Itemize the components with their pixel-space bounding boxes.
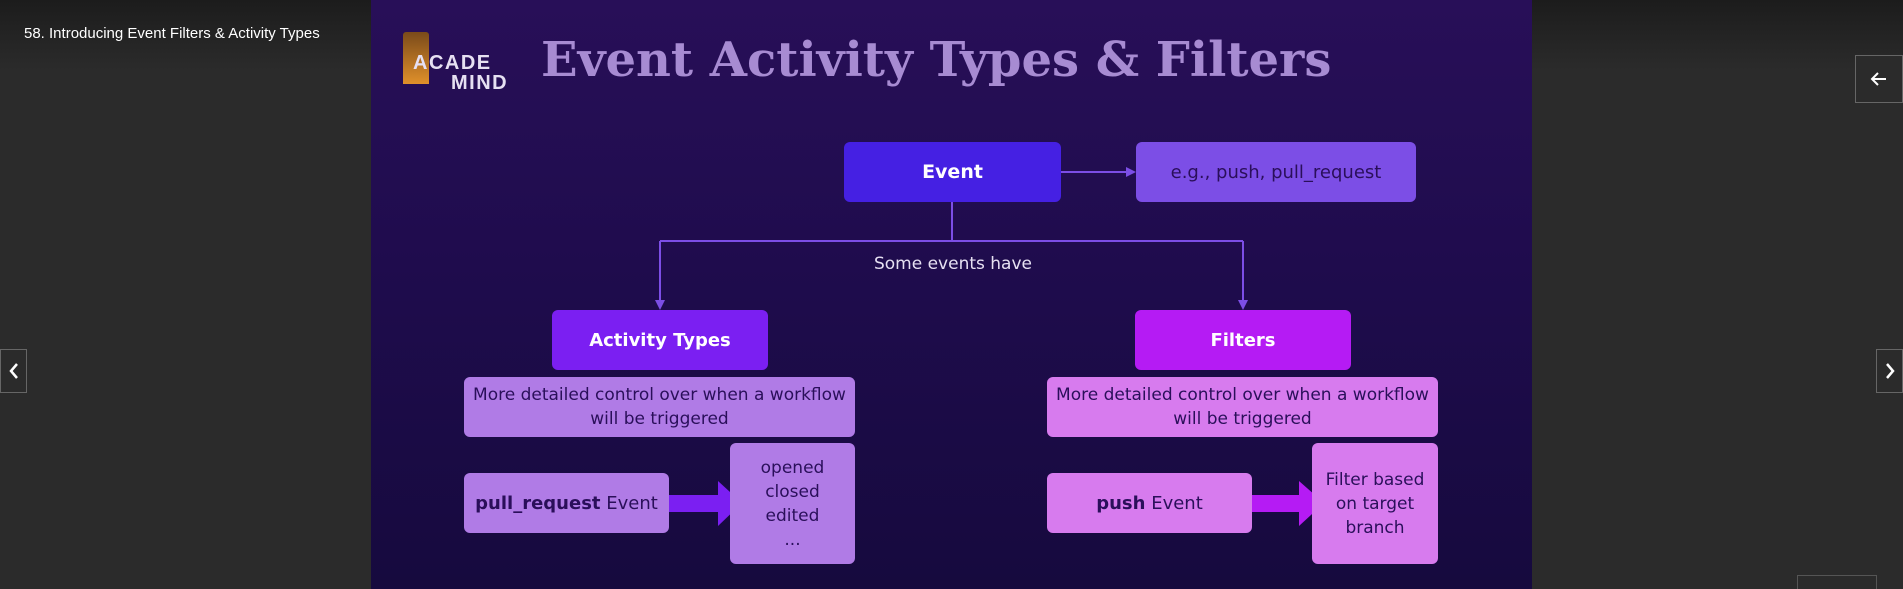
player-control[interactable] [1797, 575, 1877, 589]
activity-type-item: closed [765, 481, 820, 502]
chevron-left-icon [8, 363, 18, 379]
activity-type-item: edited [765, 505, 820, 526]
pull-request-event-name: pull_request [475, 492, 601, 514]
pull-request-event-box: pull_request Event [464, 473, 669, 533]
slide: ACADE MIND Event Activity Types & Filter… [371, 0, 1532, 589]
previous-button[interactable] [0, 349, 27, 393]
lecture-title: 58. Introducing Event Filters & Activity… [24, 25, 320, 42]
filters-box: Filters [1135, 310, 1351, 370]
branch-left-arrowhead [655, 300, 665, 310]
activity-types-description: More detailed control over when a workfl… [464, 377, 855, 437]
activity-types-box: Activity Types [552, 310, 768, 370]
pull-request-event-suffix: Event [600, 492, 658, 514]
back-button[interactable] [1855, 55, 1903, 103]
arrow-left-icon [1870, 72, 1886, 86]
filters-description: More detailed control over when a workfl… [1047, 377, 1438, 437]
activity-type-item: opened [760, 457, 825, 478]
chevron-right-icon [1885, 363, 1895, 379]
activity-type-item: ... [784, 529, 801, 550]
branch-right-arrowhead [1238, 300, 1248, 310]
push-event-box: push Event [1047, 473, 1252, 533]
event-example-box: e.g., push, pull_request [1136, 142, 1416, 202]
filter-description-box: Filter based on target branch [1312, 443, 1438, 564]
activity-types-list: opened closed edited ... [730, 443, 855, 564]
event-to-example-arrowhead [1126, 167, 1136, 177]
push-event-name: push [1096, 492, 1146, 514]
push-event-suffix: Event [1145, 492, 1203, 514]
event-box: Event [844, 142, 1061, 202]
next-button[interactable] [1876, 349, 1903, 393]
some-events-label: Some events have [873, 254, 1032, 274]
